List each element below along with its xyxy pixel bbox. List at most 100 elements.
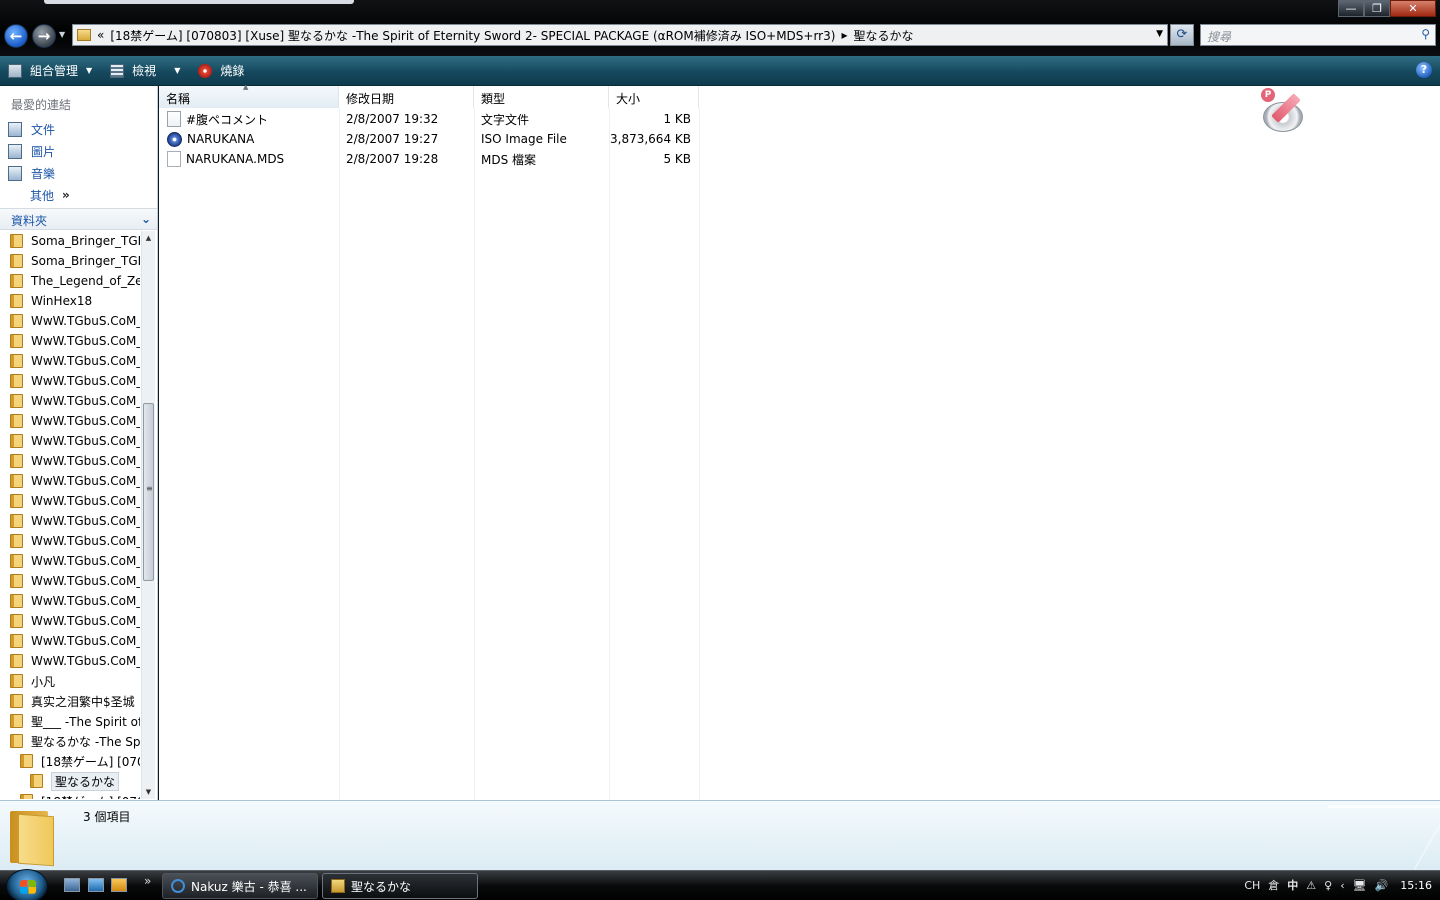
folder-tree-item[interactable]: 聖なるかな -The Sp xyxy=(0,731,140,751)
back-button[interactable]: ← xyxy=(4,24,28,48)
folder-tree-item[interactable]: WwW.TGbuS.CoM_ xyxy=(0,611,140,631)
file-type: MDS 檔案 xyxy=(481,152,537,167)
language-indicator[interactable]: CH xyxy=(1244,879,1260,892)
folder-tree-item[interactable]: WwW.TGbuS.CoM_ xyxy=(0,351,140,371)
favorite-music[interactable]: 音樂 xyxy=(0,162,157,184)
search-icon[interactable]: ⚲ xyxy=(1421,27,1430,41)
volume-icon[interactable]: 🔊 xyxy=(1375,879,1389,892)
help-button[interactable]: ? xyxy=(1416,62,1432,78)
search-input[interactable]: 搜尋 ⚲ xyxy=(1200,24,1436,46)
taskbar-button-browser[interactable]: Nakuz 樂古 - 恭喜 ... xyxy=(162,873,318,899)
folder-tree-scrollbar[interactable]: ▲ ≡ ▼ xyxy=(141,231,155,799)
decorative-swoosh xyxy=(1291,805,1440,869)
folder-tree-item[interactable]: WwW.TGbuS.CoM_ xyxy=(0,591,140,611)
options-icon[interactable]: ♀ xyxy=(1324,879,1332,892)
folder-icon xyxy=(10,454,23,468)
address-segment-current[interactable]: 聖なるかな xyxy=(853,27,913,44)
folder-icon xyxy=(10,614,23,628)
internet-explorer-icon xyxy=(171,879,185,893)
column-header-size[interactable]: 大小 xyxy=(609,86,699,108)
folder-label: 聖___ -The Spirit of xyxy=(31,714,140,729)
quicklaunch-more[interactable]: » xyxy=(144,874,151,888)
favorite-label: 圖片 xyxy=(31,144,56,159)
folder-tree-item[interactable]: 小凡 xyxy=(0,671,140,691)
views-button[interactable]: 檢視 ▼ xyxy=(110,62,180,79)
file-name-cell[interactable]: NARUKANA xyxy=(159,131,339,147)
scroll-up-arrow[interactable]: ▲ xyxy=(142,231,155,245)
folder-tree-item[interactable]: WwW.TGbuS.CoM_ xyxy=(0,371,140,391)
chevron-down-icon: ▼ xyxy=(174,66,181,75)
folder-tree-item[interactable]: WwW.TGbuS.CoM_ xyxy=(0,311,140,331)
address-overflow[interactable]: « xyxy=(97,28,104,42)
file-name-cell[interactable]: NARUKANA.MDS xyxy=(159,151,339,167)
folder-tree-item[interactable]: WwW.TGbuS.CoM_ xyxy=(0,451,140,471)
folder-tree-item[interactable]: [18禁ゲーム] [070 xyxy=(0,751,140,771)
address-separator[interactable]: ▸ xyxy=(841,28,847,42)
favorites-more[interactable]: 其他 » xyxy=(0,184,157,206)
folder-tree-item[interactable]: WwW.TGbuS.CoM_ xyxy=(0,431,140,451)
folder-tree-item[interactable]: WwW.TGbuS.CoM_ xyxy=(0,391,140,411)
address-segment-parent[interactable]: [18禁ゲーム] [070803] [Xuse] 聖なるかな -The Spir… xyxy=(110,27,835,44)
folder-tree-item[interactable]: WwW.TGbuS.CoM_ xyxy=(0,411,140,431)
address-bar[interactable]: « [18禁ゲーム] [070803] [Xuse] 聖なるかな -The Sp… xyxy=(72,24,1168,46)
recent-pages-dropdown[interactable]: ▼ xyxy=(59,30,65,39)
folder-tree-item[interactable]: WwW.TGbuS.CoM_ xyxy=(0,571,140,591)
folder-tree-item[interactable]: WwW.TGbuS.CoM_ xyxy=(0,331,140,351)
refresh-button[interactable]: ⟳ xyxy=(1170,24,1194,46)
clock[interactable]: 15:16 xyxy=(1400,879,1432,892)
input-method-icon[interactable]: 倉 xyxy=(1268,877,1279,893)
folder-label: WwW.TGbuS.CoM_ xyxy=(31,534,140,548)
pen-tool-icon[interactable]: ⚠ xyxy=(1306,879,1316,892)
folder-tree-item[interactable]: WwW.TGbuS.CoM_ xyxy=(0,631,140,651)
switch-windows-icon[interactable] xyxy=(88,878,104,892)
folder-icon xyxy=(10,254,23,268)
folder-tree-item[interactable]: WwW.TGbuS.CoM_ xyxy=(0,491,140,511)
folder-tree-item[interactable]: 聖なるかな xyxy=(0,771,140,791)
file-list: 名稱 ▲ 修改日期 類型 大小 #腹ペコメント 2/8/2007 19:32 文字文… xyxy=(159,83,1440,800)
column-header-name[interactable]: 名稱 ▲ xyxy=(159,83,339,108)
file-row[interactable]: #腹ペコメント 2/8/2007 19:32 文字文件 1 KB xyxy=(159,109,691,129)
tray-expand-icon[interactable]: ‹ xyxy=(1340,879,1344,892)
burn-button[interactable]: 燒錄 xyxy=(198,62,244,79)
file-name-cell[interactable]: #腹ペコメント xyxy=(159,111,339,128)
folder-tree-item[interactable]: [18禁ゲーム] [070 xyxy=(0,791,140,799)
close-button[interactable]: ✕ xyxy=(1390,0,1436,17)
organize-label: 組合管理 xyxy=(30,64,79,78)
chevron-right-icon: » xyxy=(62,188,70,202)
taskbar-button-explorer[interactable]: 聖なるかな xyxy=(322,873,478,899)
maximize-button[interactable]: ❐ xyxy=(1364,0,1390,17)
ime-mode-icon[interactable]: 中 xyxy=(1287,877,1298,893)
folder-tree-item[interactable]: The_Legend_of_Zel xyxy=(0,271,140,291)
media-player-icon[interactable] xyxy=(111,878,127,892)
folder-tree-item[interactable]: WwW.TGbuS.CoM_ xyxy=(0,551,140,571)
folder-tree-item[interactable]: WwW.TGbuS.CoM_ xyxy=(0,531,140,551)
show-desktop-icon[interactable] xyxy=(64,878,80,892)
file-row[interactable]: NARUKANA 2/8/2007 19:27 ISO Image File 3,87… xyxy=(159,129,691,149)
folder-tree-item[interactable]: Soma_Bringer_TGB xyxy=(0,251,140,271)
minimize-button[interactable]: — xyxy=(1338,0,1364,17)
column-header-date[interactable]: 修改日期 xyxy=(339,86,474,108)
organize-button[interactable]: 組合管理 ▼ xyxy=(8,62,92,79)
scrollbar-thumb[interactable]: ≡ xyxy=(143,403,154,581)
folder-tree-item[interactable]: WwW.TGbuS.CoM_ xyxy=(0,651,140,671)
folders-header[interactable]: 資料夾 ⌄ xyxy=(0,208,157,230)
favorite-documents[interactable]: 文件 xyxy=(0,118,157,140)
folder-icon xyxy=(10,574,23,588)
folder-tree-item[interactable]: WwW.TGbuS.CoM_ xyxy=(0,471,140,491)
address-dropdown-icon[interactable]: ▼ xyxy=(1156,29,1163,39)
start-button[interactable] xyxy=(6,869,48,900)
scroll-down-arrow[interactable]: ▼ xyxy=(142,785,155,799)
burn-disc-decoration-icon: P xyxy=(1259,86,1309,136)
system-tray: CH 倉 中 ⚠ ♀ ‹ 🖥 🔊 15:16 xyxy=(1236,877,1432,893)
forward-button[interactable]: → xyxy=(32,24,56,48)
folder-label: WwW.TGbuS.CoM_ xyxy=(31,474,140,488)
folder-tree-item[interactable]: WinHex18 xyxy=(0,291,140,311)
folder-tree-item[interactable]: 真实之泪繁中$圣城 xyxy=(0,691,140,711)
folder-tree-item[interactable]: 聖___ -The Spirit of xyxy=(0,711,140,731)
network-icon[interactable]: 🖥 xyxy=(1353,879,1367,892)
folder-tree-item[interactable]: Soma_Bringer_TGB xyxy=(0,231,140,251)
column-header-type[interactable]: 類型 xyxy=(474,86,609,108)
favorite-pictures[interactable]: 圖片 xyxy=(0,140,157,162)
file-row[interactable]: NARUKANA.MDS 2/8/2007 19:28 MDS 檔案 5 KB xyxy=(159,149,691,169)
folder-tree-item[interactable]: WwW.TGbuS.CoM_ xyxy=(0,511,140,531)
